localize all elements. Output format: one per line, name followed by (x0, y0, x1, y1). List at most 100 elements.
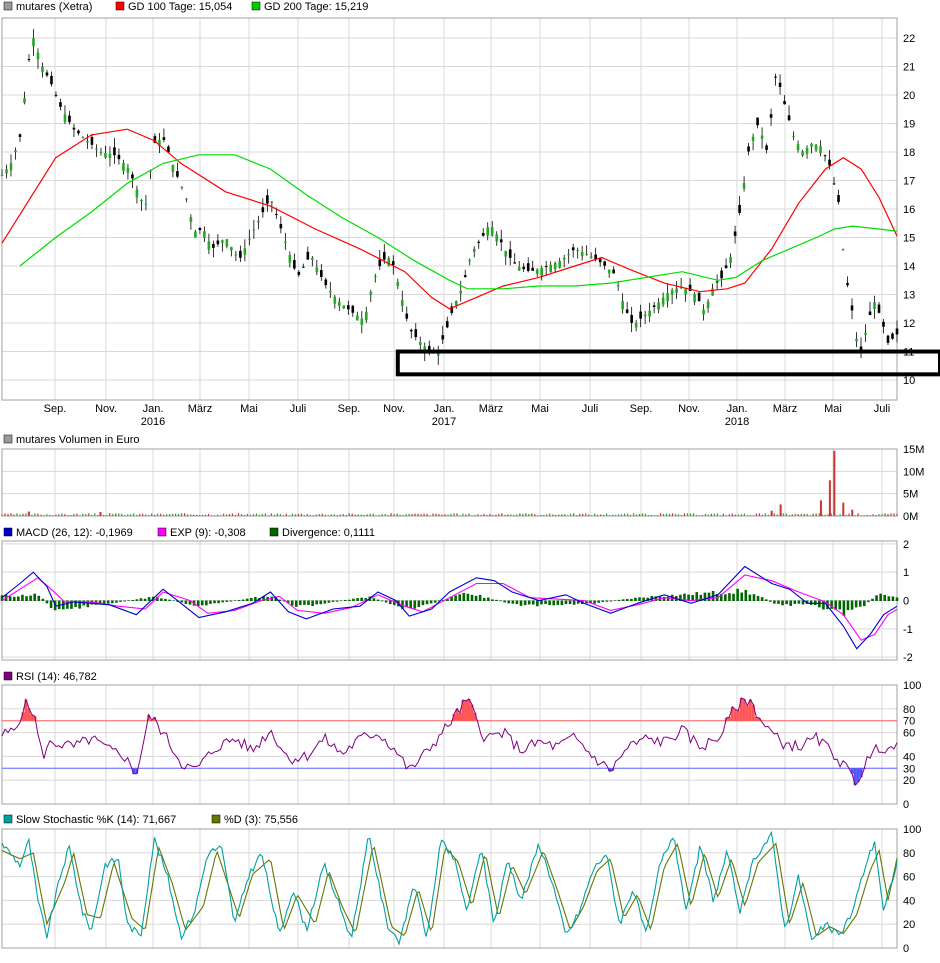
divergence-bar (380, 600, 384, 602)
legend-label: RSI (14): 46,782 (16, 671, 97, 683)
candle-body (783, 101, 786, 105)
volume-bar (234, 514, 237, 516)
volume-bar (773, 513, 775, 516)
candle-body (396, 282, 400, 286)
volume-bar (480, 514, 482, 516)
divergence-bar (462, 592, 466, 601)
divergence-bar (854, 600, 858, 608)
divergence-bar (560, 600, 564, 606)
volume-bar (148, 514, 150, 516)
candle-body (693, 293, 696, 303)
x-tick-label: März (773, 403, 797, 415)
volume-bar (243, 515, 246, 516)
candle-body (27, 59, 31, 61)
candle-body (122, 162, 125, 172)
divergence-bar (593, 600, 596, 604)
volume-bar (522, 513, 524, 516)
candle-body (63, 114, 67, 122)
volume-bar (731, 513, 733, 516)
candle-body (819, 146, 822, 154)
divergence-bar (237, 599, 241, 601)
divergence-bar (352, 598, 355, 601)
divergence-bar (343, 599, 347, 601)
candle-body (414, 329, 418, 338)
volume-bar (366, 514, 368, 516)
highlight-box (395, 349, 940, 377)
divergence-bar (503, 600, 506, 603)
volume-bar (166, 514, 168, 516)
volume-spike (99, 511, 102, 516)
legend-swatch (157, 527, 167, 537)
y-tick-label: -2 (903, 652, 913, 664)
volume-bar (839, 514, 841, 516)
candle-body (279, 224, 283, 229)
volume-bar (133, 513, 135, 516)
candle-body (108, 154, 112, 158)
candle-body (162, 137, 166, 140)
volume-bar (543, 515, 545, 516)
x-tick-label: Mai (240, 403, 258, 415)
candle-body (684, 288, 687, 295)
divergence-bar (41, 598, 45, 601)
candle-body (823, 155, 827, 157)
divergence-bar (523, 600, 527, 606)
volume-bar (13, 514, 15, 516)
volume-bar (130, 514, 132, 516)
legend-label: MACD (26, 12): -0,1969 (16, 527, 133, 539)
volume-bar (743, 513, 745, 516)
candle-body (657, 302, 660, 310)
divergence-bar (454, 595, 457, 601)
volume-bar (52, 515, 54, 516)
divergence-bar (49, 600, 53, 609)
legend-label: Slow Stochastic %K (14): 71,667 (16, 814, 176, 826)
volume-bar (393, 514, 395, 516)
volume-bar (46, 514, 48, 516)
candle-body (409, 329, 413, 332)
divergence-bar (164, 598, 167, 601)
volume-spike (819, 500, 822, 516)
volume-bar (495, 514, 497, 516)
volume-bar (525, 513, 527, 516)
candle-body (603, 261, 606, 266)
volume-bar (618, 514, 620, 516)
volume-bar (216, 514, 219, 516)
legend-swatch (211, 814, 221, 824)
divergence-bar (25, 596, 28, 601)
volume-bar (183, 513, 186, 516)
volume-bar (564, 514, 566, 516)
candle-body (571, 247, 575, 251)
y-tick-label: 0 (903, 943, 909, 955)
panel-grid (2, 18, 897, 400)
volume-bar (252, 514, 255, 516)
divergence-bar (307, 600, 310, 606)
y-tick-label: 0 (903, 596, 909, 608)
candle-body (306, 251, 310, 260)
volume-bar (701, 515, 704, 516)
volume-bar (315, 514, 317, 516)
candle-body (715, 281, 719, 283)
volume-bar (85, 514, 87, 516)
divergence-bar (331, 600, 335, 602)
volume-bar (794, 513, 796, 516)
volume-bar (336, 514, 338, 516)
volume-bar (273, 514, 275, 516)
divergence-bar (499, 600, 502, 602)
x-tick-year: 2016 (141, 416, 165, 428)
volume-bar (683, 513, 686, 516)
candle-body (400, 299, 404, 306)
x-tick-label: Juli (582, 403, 599, 415)
y-tick-label: 21 (903, 61, 915, 73)
y-tick-label: 18 (903, 147, 915, 159)
volume-bar (136, 514, 138, 516)
candle-body (311, 257, 314, 260)
volume-bar (680, 514, 683, 516)
candle-body (185, 198, 188, 200)
volume-bar (698, 515, 701, 516)
candle-body (486, 227, 490, 236)
divergence-bar (531, 600, 535, 605)
divergence-bar (315, 600, 318, 605)
candle-body (625, 309, 629, 313)
candle-body (792, 135, 795, 137)
volume-bar (549, 513, 551, 516)
volume-bar (716, 513, 719, 516)
